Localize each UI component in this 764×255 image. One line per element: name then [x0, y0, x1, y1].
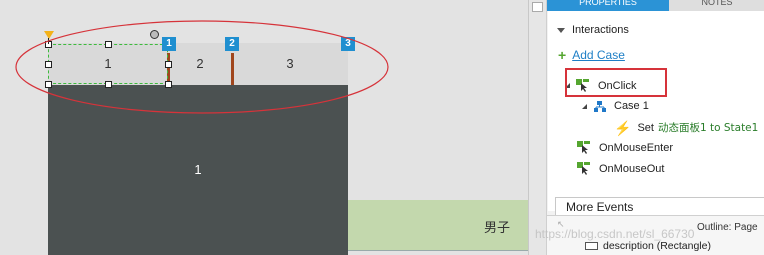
- lightning-icon: ⚡: [614, 119, 632, 136]
- action-target: 动态面板1 to State1: [657, 122, 759, 134]
- tab-divider-2: [231, 53, 234, 85]
- scrollbar-thumb[interactable]: [532, 2, 543, 12]
- collapse-arrow-icon[interactable]: [557, 27, 565, 33]
- expand-arrow-icon[interactable]: [582, 103, 587, 109]
- interactions-header[interactable]: Interactions: [557, 24, 629, 36]
- onmouseenter-label: OnMouseEnter: [599, 141, 673, 154]
- resize-handle-top[interactable]: [105, 41, 112, 48]
- tab-properties[interactable]: PROPERTIES: [547, 0, 669, 11]
- resize-handle-bottom-left[interactable]: [45, 81, 52, 88]
- rectangle-icon: [585, 242, 598, 250]
- onclick-highlight-box: [565, 68, 667, 97]
- resize-handle-bottom[interactable]: [105, 81, 112, 88]
- cursor-event-icon: [577, 162, 591, 175]
- design-canvas[interactable]: 男子 1 1 2 3 1 2 3: [0, 0, 528, 255]
- green-rectangle[interactable]: 男子: [348, 200, 528, 250]
- more-events-dropdown[interactable]: More Events: [555, 197, 764, 215]
- interactions-title: Interactions: [572, 24, 629, 36]
- case-1-label: Case 1: [614, 100, 649, 112]
- add-case-link[interactable]: Add Case: [572, 48, 625, 62]
- event-onmouseenter[interactable]: OnMouseEnter: [577, 141, 673, 154]
- resize-handle-left[interactable]: [45, 61, 52, 68]
- event-onmouseout[interactable]: OnMouseOut: [577, 162, 664, 175]
- panel-state-label: 1: [194, 162, 202, 177]
- selection-box[interactable]: [48, 44, 168, 84]
- panel-scrollbar[interactable]: [529, 0, 547, 255]
- anchor-marker-icon[interactable]: [44, 31, 54, 39]
- outline-title: Outline: Page: [697, 222, 758, 233]
- green-rectangle-text: 男子: [484, 221, 511, 236]
- action-row[interactable]: ⚡ Set 动态面板1 to State1: [614, 120, 758, 135]
- badge-2: 2: [225, 37, 239, 51]
- case-tree-icon: [594, 100, 606, 112]
- rotate-handle[interactable]: [150, 30, 159, 39]
- dynamic-panel-content[interactable]: 1: [48, 85, 348, 255]
- plus-icon[interactable]: +: [558, 48, 566, 62]
- onmouseout-label: OnMouseOut: [599, 162, 665, 175]
- outline-item-label: description (Rectangle): [603, 240, 711, 252]
- case-1-row[interactable]: Case 1: [582, 100, 649, 112]
- panel-tabs: PROPERTIES NOTES: [547, 0, 764, 11]
- interactions-content: [548, 11, 764, 211]
- outline-item[interactable]: description (Rectangle): [585, 240, 711, 252]
- watermark: https://blog.csdn.net/sl_66730: [535, 227, 695, 241]
- resize-handle-bottom-right[interactable]: [165, 81, 172, 88]
- badge-1: 1: [162, 37, 176, 51]
- cursor-event-icon: [577, 141, 591, 154]
- add-case-row[interactable]: + Add Case: [558, 48, 625, 62]
- tab-3[interactable]: 3: [232, 43, 348, 85]
- action-verb: Set: [637, 121, 654, 134]
- tab-notes[interactable]: NOTES: [669, 0, 764, 11]
- resize-handle-right[interactable]: [165, 61, 172, 68]
- tab-2[interactable]: 2: [168, 43, 232, 85]
- badge-3: 3: [341, 37, 355, 51]
- canvas-divider-line: [348, 250, 528, 251]
- anchor-line: [48, 38, 49, 44]
